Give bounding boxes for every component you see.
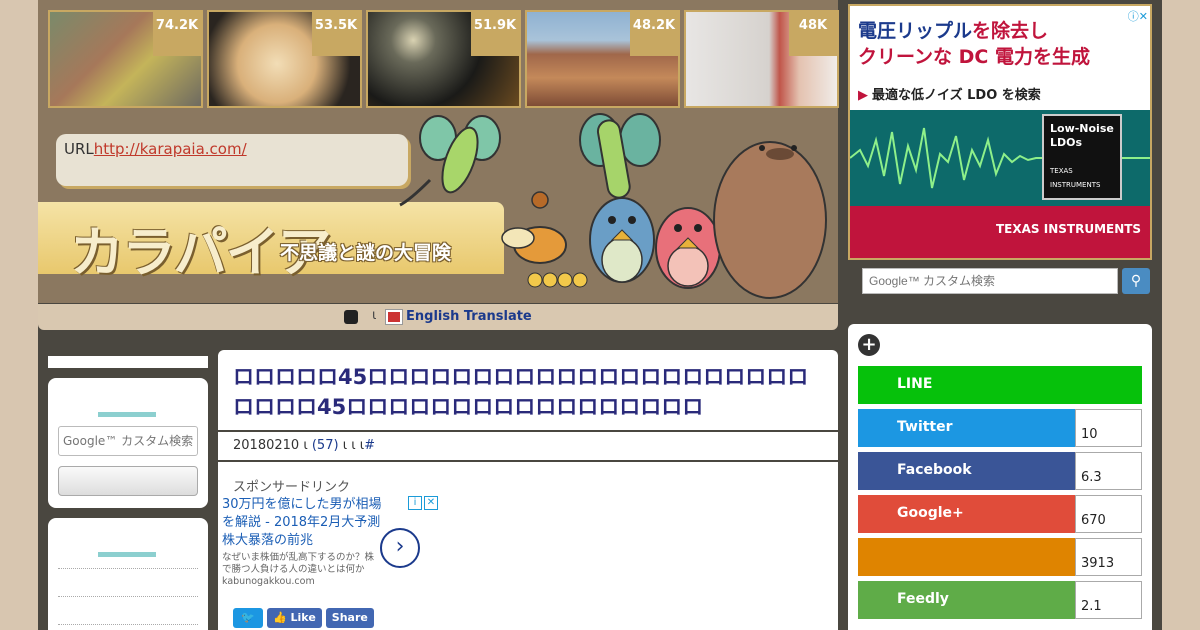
ti-logo-text: TEXAS INSTRUMENTS <box>996 222 1142 236</box>
comment-count-link[interactable]: (57) <box>312 438 339 453</box>
list-divider <box>58 624 198 625</box>
social-row-facebook[interactable]: Facebook 6.3 <box>858 452 1142 490</box>
social-row-feedly[interactable]: Feedly 2.1 <box>858 581 1142 619</box>
list-divider <box>58 568 198 569</box>
separator: ι <box>372 308 377 323</box>
left-search-button[interactable] <box>58 466 198 496</box>
ad-close-icon[interactable]: ⓘ✕ <box>1128 8 1148 24</box>
article-title[interactable]: ロロロロロ45ロロロロロロロロロロロロロロロロロロロロロロロロロ45ロロロロロロ… <box>233 362 823 422</box>
popular-thumbnails: 74.2K 53.5K 51.9K 48.2K 48K <box>48 10 839 108</box>
thumbnail-count: 51.9K <box>471 12 519 56</box>
social-label <box>858 538 1075 576</box>
ldo-chip-graphic: Low-Noise LDOs TEXAS INSTRUMENTS <box>1042 114 1122 200</box>
social-count: 3913 <box>1075 538 1142 576</box>
ad-footer: TEXAS INSTRUMENTS <box>850 206 1150 258</box>
thumbnail-count: 48.2K <box>630 12 678 56</box>
blue-bird-icon <box>589 197 655 283</box>
ad-description: なぜいま株価が乱高下するのか？株で勝つ人負ける人の違いとは何か kabunoga… <box>222 552 375 587</box>
left-search-input[interactable] <box>58 426 198 456</box>
url-box: URLhttp://karapaia.com/ <box>56 134 408 186</box>
social-count: 10 <box>1075 409 1142 447</box>
mascot-characters-illustration <box>399 113 827 299</box>
section-title-bar <box>98 412 156 417</box>
right-banner-ad[interactable]: ⓘ✕ 電圧リップルを除去し クリーンな DC 電力を生成 最適な低ノイズ LDO… <box>848 4 1152 260</box>
thumbnail-count: 48K <box>789 12 837 56</box>
orange-bird-icon <box>501 191 567 264</box>
social-label: Facebook <box>858 452 1075 490</box>
brown-blob-icon <box>713 141 827 299</box>
thumbnail-count: 74.2K <box>153 12 201 56</box>
thumbnail-count: 53.5K <box>312 12 360 56</box>
thumbnail-5[interactable]: 48K <box>684 10 839 108</box>
social-row-line[interactable]: LINE <box>858 366 1142 404</box>
site-url-link[interactable]: http://karapaia.com/ <box>94 140 247 158</box>
facebook-like-button[interactable]: 👍 Like <box>267 608 322 628</box>
social-count: 2.1 <box>1075 581 1142 619</box>
social-row-googleplus[interactable]: Google+ 670 <box>858 495 1142 533</box>
meta-tail: ι ι ι <box>342 438 365 453</box>
article-meta: 20180210 ι (57) ι ι ι# <box>233 438 375 453</box>
pickle-mascot-icon <box>579 113 661 199</box>
left-sidebar-strip <box>48 356 208 368</box>
social-label: Google+ <box>858 495 1075 533</box>
social-row-twitter[interactable]: Twitter 10 <box>858 409 1142 447</box>
social-row-hatena[interactable]: 3913 <box>858 538 1142 576</box>
separator: ι <box>303 438 308 453</box>
social-count: 6.3 <box>1075 452 1142 490</box>
globe-icon[interactable] <box>344 310 358 324</box>
search-icon[interactable]: ⚲ <box>1122 268 1150 294</box>
ad-headline: 電圧リップルを除去し クリーンな DC 電力を生成 <box>858 20 1090 68</box>
article: ロロロロロ45ロロロロロロロロロロロロロロロロロロロロロロロロロ45ロロロロロロ… <box>218 350 838 630</box>
uk-flag-icon[interactable] <box>385 309 403 325</box>
plus-icon[interactable]: + <box>858 334 880 356</box>
chicks-icon <box>527 272 588 288</box>
inline-ad[interactable]: 30万円を億にした男が相場を解説 - 2018年2月大予測 株大暴落の前兆 なぜ… <box>222 496 438 592</box>
article-date: 20180210 <box>233 438 300 453</box>
ad-cta[interactable]: 最適な低ノイズ LDO を検索 <box>858 84 1041 103</box>
butterfly-mascot-icon <box>399 115 501 207</box>
right-search-input[interactable] <box>862 268 1118 294</box>
social-label: Twitter <box>858 409 1075 447</box>
thumbnail-2[interactable]: 53.5K <box>207 10 362 108</box>
ad-arrow-button[interactable]: › <box>380 528 420 568</box>
english-translate-link[interactable]: English Translate <box>406 309 532 324</box>
url-prefix: URL <box>64 140 94 158</box>
translate-bar: ι English Translate <box>38 304 838 330</box>
left-list-box <box>48 518 208 630</box>
ad-info-icon[interactable]: i <box>408 496 422 510</box>
section-title-bar <box>98 552 156 557</box>
hash-link[interactable]: # <box>364 438 375 453</box>
social-count: 670 <box>1075 495 1142 533</box>
divider <box>218 460 838 462</box>
thumbnail-1[interactable]: 74.2K <box>48 10 203 108</box>
share-buttons: 🐦 👍 Like Share <box>233 608 374 628</box>
ad-close-icon[interactable]: ✕ <box>424 496 438 510</box>
social-label: LINE <box>858 366 1142 404</box>
thumbnail-4[interactable]: 48.2K <box>525 10 680 108</box>
divider <box>218 430 838 432</box>
twitter-share-icon[interactable]: 🐦 <box>233 608 263 628</box>
social-label: Feedly <box>858 581 1075 619</box>
ad-title[interactable]: 30万円を億にした男が相場を解説 - 2018年2月大予測 株大暴落の前兆 <box>222 496 382 550</box>
thumbnail-3[interactable]: 51.9K <box>366 10 521 108</box>
facebook-share-button[interactable]: Share <box>325 608 374 628</box>
left-search-box <box>48 378 208 508</box>
list-divider <box>58 596 198 597</box>
sponsored-label: スポンサードリンク <box>233 480 351 495</box>
pink-bird-icon <box>655 207 721 289</box>
ad-domain: kabunogakkou.com <box>222 576 315 587</box>
